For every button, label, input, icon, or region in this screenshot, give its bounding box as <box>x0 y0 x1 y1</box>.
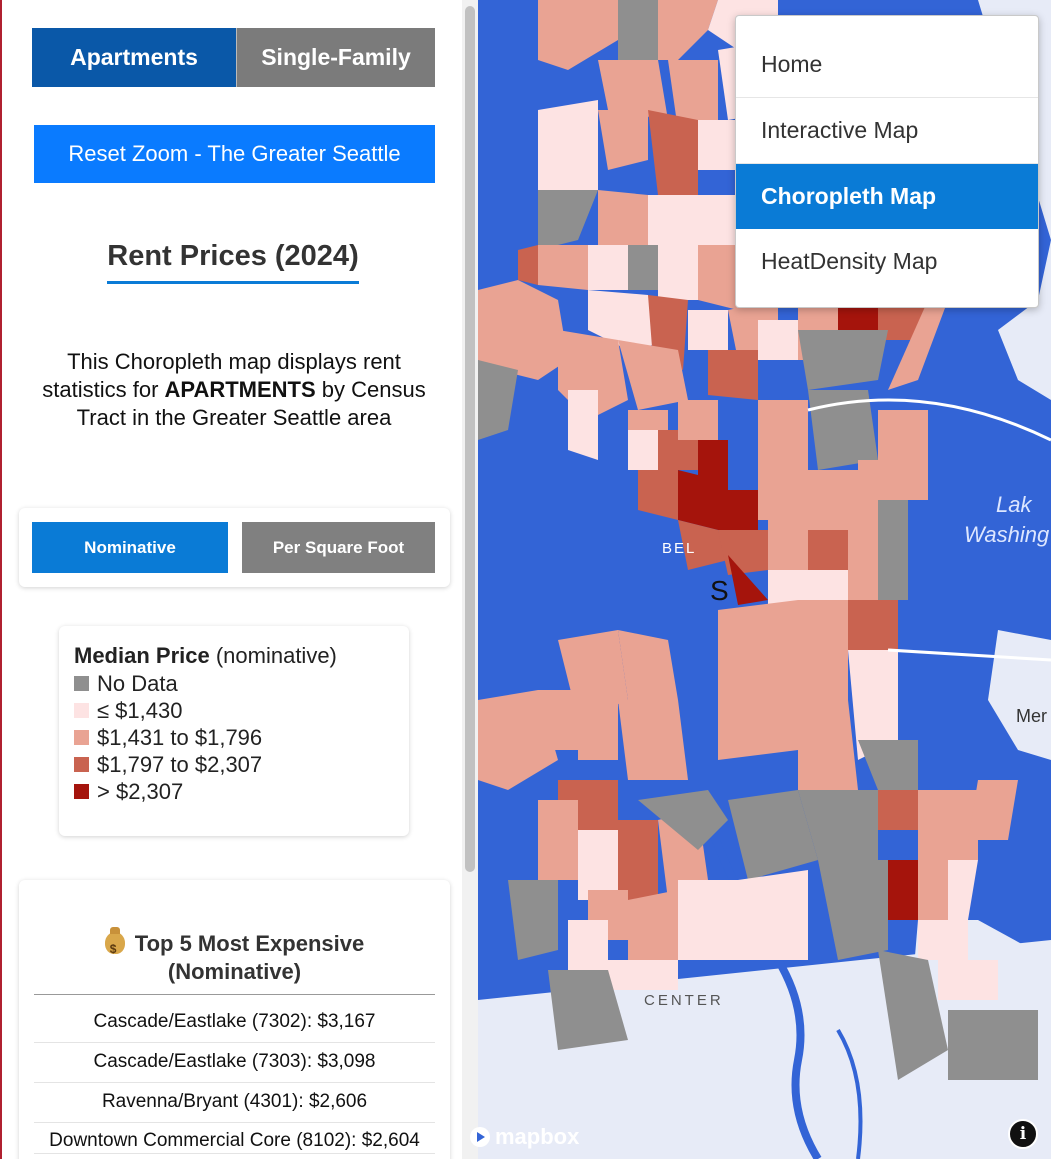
legend-item-tier-3: $1,797 to $2,307 <box>74 751 394 778</box>
legend-item-tier-2: $1,431 to $1,796 <box>74 724 394 751</box>
map-label-belltown: BEL <box>662 540 697 557</box>
nav-menu: Home Interactive Map Choropleth Map Heat… <box>735 15 1039 308</box>
mercer-island <box>988 630 1051 760</box>
sidebar: Apartments Single-Family Reset Zoom - Th… <box>0 0 462 1159</box>
map-label-lake: Lak <box>996 492 1032 517</box>
legend-swatch <box>74 730 89 745</box>
legend-title: Median Price (nominative) <box>74 642 394 669</box>
map-label-center: CENTER <box>644 992 724 1009</box>
legend-swatch <box>74 757 89 772</box>
legend-swatch <box>74 703 89 718</box>
property-type-toggle: Apartments Single-Family <box>32 28 435 87</box>
legend-swatch <box>74 676 89 691</box>
map-label-mercer: Mer <box>1016 706 1047 726</box>
legend-item-tier-4: > $2,307 <box>74 778 394 805</box>
top5-list: Cascade/Eastlake (7302): $3,167 Cascade/… <box>34 1003 435 1154</box>
single-family-button[interactable]: Single-Family <box>236 28 435 87</box>
mapbox-attribution[interactable]: mapbox <box>470 1124 579 1150</box>
top5-card: $ Top 5 Most Expensive (Nominative) Casca… <box>19 880 450 1159</box>
description-property-type: APARTMENTS <box>164 377 316 402</box>
nav-item-home[interactable]: Home <box>736 32 1038 98</box>
money-bag-icon: $ <box>104 927 125 956</box>
legend: Median Price (nominative) No Data ≤ $1,4… <box>59 626 409 836</box>
top5-title-line1: Top 5 Most Expensive <box>134 931 365 956</box>
legend-label: ≤ $1,430 <box>97 698 183 723</box>
page-title: Rent Prices (2024) <box>107 240 359 284</box>
map-label-lake-washington: Washing <box>964 522 1050 547</box>
nav-item-heatdensity-map[interactable]: HeatDensity Map <box>736 229 1038 294</box>
list-item: Ravenna/Bryant (4301): $2,606 <box>34 1083 435 1123</box>
legend-label: > $2,307 <box>97 779 184 804</box>
legend-item-tier-1: ≤ $1,430 <box>74 697 394 724</box>
legend-item-no-data: No Data <box>74 670 394 697</box>
title-wrapper: Rent Prices (2024) <box>2 240 462 284</box>
mapbox-logo-icon <box>470 1127 490 1147</box>
divider <box>34 994 435 995</box>
per-square-foot-button[interactable]: Per Square Foot <box>242 522 435 573</box>
legend-title-bold: Median Price <box>74 643 210 668</box>
map-description: This Choropleth map displays rent statis… <box>38 348 430 432</box>
nav-item-interactive-map[interactable]: Interactive Map <box>736 98 1038 164</box>
mapbox-text: mapbox <box>495 1124 580 1149</box>
legend-title-rest: (nominative) <box>209 643 337 668</box>
map-label-seattle: S <box>710 575 729 606</box>
top5-title-line2: (Nominative) <box>167 959 302 984</box>
list-item: Downtown Commercial Core (8102): $2,604 <box>34 1123 435 1154</box>
top5-heading: $ Top 5 Most Expensive (Nominative) <box>34 927 435 986</box>
legend-label: $1,431 to $1,796 <box>97 725 263 750</box>
scrollbar-thumb[interactable] <box>465 6 475 872</box>
list-item: Cascade/Eastlake (7302): $3,167 <box>34 1003 435 1043</box>
list-item: Cascade/Eastlake (7303): $3,098 <box>34 1043 435 1083</box>
legend-swatch <box>74 784 89 799</box>
apartments-button[interactable]: Apartments <box>32 28 236 87</box>
info-icon[interactable]: i <box>1008 1119 1038 1149</box>
nominative-button[interactable]: Nominative <box>32 522 228 573</box>
legend-label: $1,797 to $2,307 <box>97 752 263 777</box>
metric-toggle-card: Nominative Per Square Foot <box>19 508 450 587</box>
nav-item-choropleth-map[interactable]: Choropleth Map <box>736 164 1038 229</box>
reset-zoom-button[interactable]: Reset Zoom - The Greater Seattle <box>34 125 435 183</box>
legend-label: No Data <box>97 671 178 696</box>
